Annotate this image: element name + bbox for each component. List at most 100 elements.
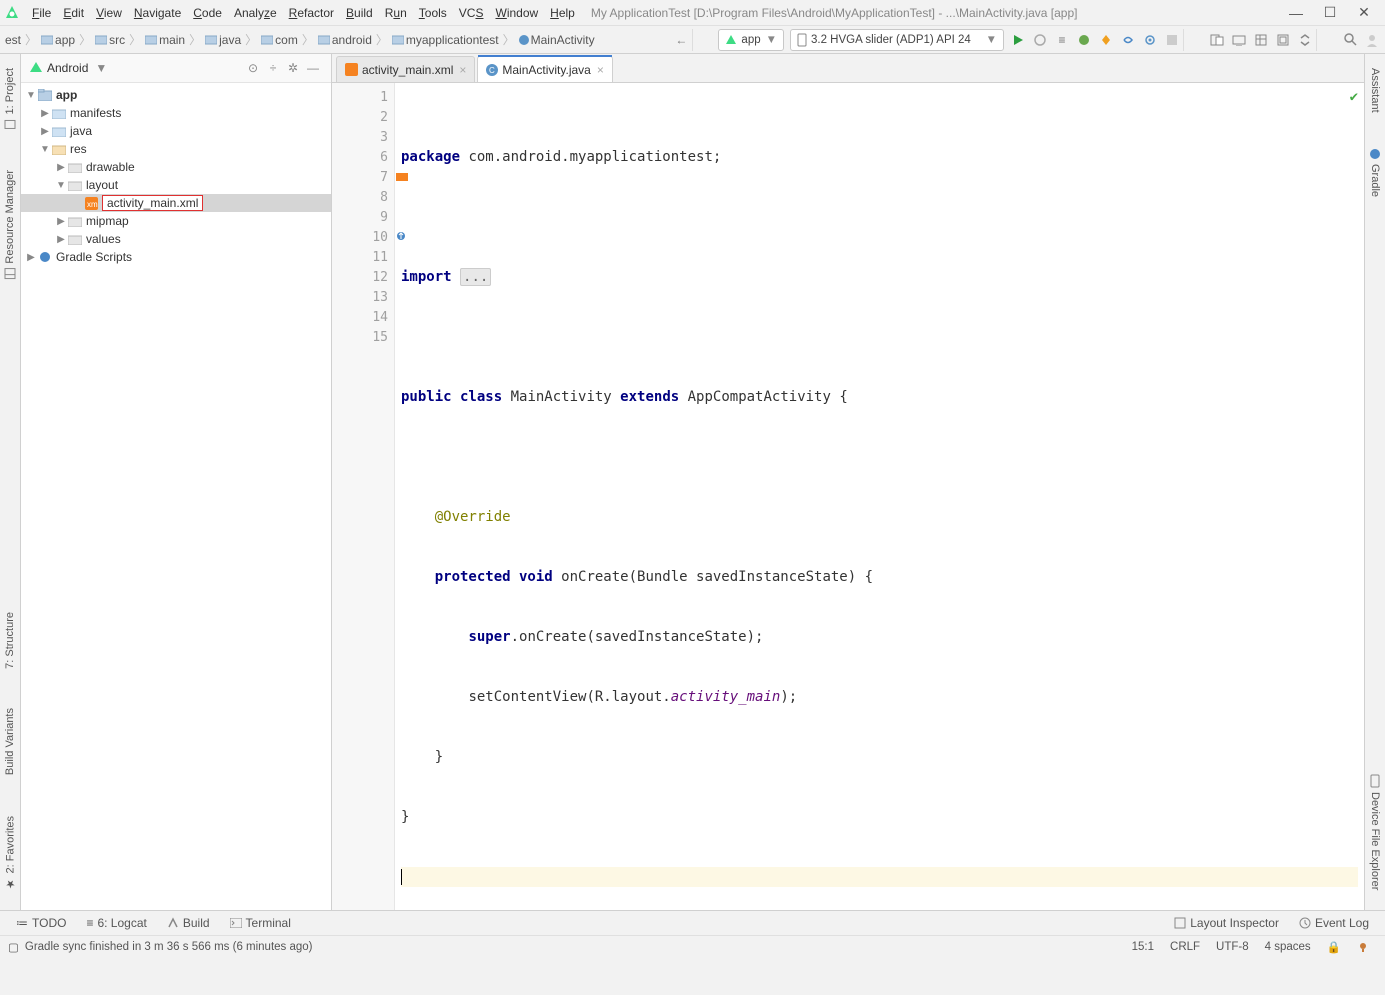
layout-inspector-icon[interactable]	[1272, 29, 1294, 51]
sidebar-tab-structure[interactable]: 7: Structure	[2, 602, 18, 679]
bottom-tab-terminal[interactable]: Terminal	[220, 916, 301, 930]
hide-pane-icon[interactable]: —	[303, 61, 323, 75]
bottom-tab-logcat[interactable]: ≡ 6: Logcat	[76, 916, 156, 930]
menu-file[interactable]: File	[26, 4, 57, 22]
svg-text:C: C	[489, 66, 495, 75]
user-icon[interactable]	[1361, 29, 1383, 51]
toolbar-separator	[692, 29, 715, 51]
menu-run[interactable]: Run	[379, 4, 413, 22]
sync-gradle-icon[interactable]	[1294, 29, 1316, 51]
coverage-button-icon[interactable]: ≡	[1051, 29, 1073, 51]
tree-node-layout[interactable]: layout	[21, 176, 331, 194]
attach-debugger-icon[interactable]	[1139, 29, 1161, 51]
status-indent[interactable]: 4 spaces	[1257, 941, 1319, 953]
crumb-class[interactable]: MainActivity	[516, 33, 598, 47]
resource-manager-icon[interactable]	[1250, 29, 1272, 51]
crumb-src[interactable]: src	[92, 33, 128, 47]
run-button-icon[interactable]	[1007, 29, 1029, 51]
menu-code[interactable]: Code	[187, 4, 228, 22]
debug-button-icon[interactable]	[1029, 29, 1051, 51]
crumb-java[interactable]: java	[202, 33, 244, 47]
tree-node-activity-main-xml[interactable]: xmlactivity_main.xml	[21, 194, 331, 212]
sidebar-tab-resource-manager[interactable]: Resource Manager	[2, 160, 18, 290]
status-message: Gradle sync finished in 3 m 36 s 566 ms …	[25, 941, 313, 953]
menu-refactor[interactable]: Refactor	[283, 4, 340, 22]
sdk-manager-icon[interactable]	[1228, 29, 1250, 51]
close-tab-icon[interactable]: ×	[459, 63, 466, 77]
inspection-ok-icon[interactable]: ✔	[1350, 87, 1358, 107]
menu-view[interactable]: View	[90, 4, 128, 22]
tab-main-activity-java[interactable]: CMainActivity.java×	[477, 56, 613, 82]
sidebar-tab-assistant[interactable]: Assistant	[1367, 58, 1383, 123]
menu-help[interactable]: Help	[544, 4, 581, 22]
editor-body[interactable]: 1 2 3 6 7 8 9 10 11 12 13 14 15 ✔ packag…	[332, 83, 1364, 910]
svg-text:xml: xml	[87, 200, 98, 209]
minimize-button[interactable]: —	[1279, 5, 1313, 21]
menu-build[interactable]: Build	[340, 4, 379, 22]
tree-node-app[interactable]: app	[21, 86, 331, 104]
bottom-tab-layout-inspector[interactable]: Layout Inspector	[1164, 916, 1289, 930]
gutter-line: 11	[332, 247, 394, 267]
nav-back-icon[interactable]: ←	[670, 29, 692, 51]
settings-gear-icon[interactable]: ✲	[283, 61, 303, 75]
tree-node-drawable[interactable]: drawable	[21, 158, 331, 176]
tree-node-manifests[interactable]: manifests	[21, 104, 331, 122]
menu-navigate[interactable]: Navigate	[128, 4, 187, 22]
status-inspection-icon[interactable]	[1349, 941, 1377, 953]
gutter-line: 2	[332, 107, 394, 127]
crumb-app[interactable]: app	[38, 33, 78, 47]
menu-tools[interactable]: Tools	[413, 4, 453, 22]
crumb-root[interactable]: est	[2, 33, 24, 47]
scroll-from-source-icon[interactable]: ⊙	[243, 61, 263, 75]
menu-window[interactable]: Window	[489, 4, 544, 22]
device-selector[interactable]: 3.2 HVGA slider (ADP1) API 24▼	[790, 29, 1004, 51]
gutter-line: 6	[332, 147, 394, 167]
run-config-selector[interactable]: app▼	[718, 29, 784, 51]
status-readonly-lock-icon[interactable]: 🔒	[1319, 940, 1349, 954]
bottom-tab-todo[interactable]: ≔ TODO	[6, 916, 76, 930]
sidebar-tab-build-variants[interactable]: Build Variants	[2, 698, 18, 785]
status-caret-position[interactable]: 15:1	[1124, 941, 1162, 953]
gutter-line: 14	[332, 307, 394, 327]
tree-node-java[interactable]: java	[21, 122, 331, 140]
sidebar-tab-gradle[interactable]: Gradle	[1367, 138, 1383, 207]
crumb-package[interactable]: myapplicationtest	[389, 33, 502, 47]
bottom-tab-build[interactable]: Build	[157, 916, 220, 930]
status-toggle-icon[interactable]: ▢	[8, 940, 19, 954]
menu-edit[interactable]: Edit	[57, 4, 90, 22]
status-line-separator[interactable]: CRLF	[1162, 941, 1208, 953]
code-area[interactable]: ✔ package com.android.myapplicationtest;…	[395, 83, 1364, 910]
gutter[interactable]: 1 2 3 6 7 8 9 10 11 12 13 14 15	[332, 83, 395, 910]
profiler-button-icon[interactable]	[1073, 29, 1095, 51]
menu-vcs[interactable]: VCS	[453, 4, 490, 22]
project-view-selector[interactable]: Android▼	[29, 61, 107, 75]
crumb-main[interactable]: main	[142, 33, 188, 47]
maximize-button[interactable]: ☐	[1313, 4, 1347, 21]
close-tab-icon[interactable]: ×	[597, 63, 604, 77]
apply-changes-icon[interactable]	[1095, 29, 1117, 51]
tree-node-gradle-scripts[interactable]: Gradle Scripts	[21, 248, 331, 266]
right-sidebar: Assistant Gradle Device File Explorer	[1364, 54, 1385, 910]
project-tree[interactable]: app manifests java res drawable layout x…	[21, 83, 331, 910]
bottom-tab-event-log[interactable]: Event Log	[1289, 916, 1379, 930]
search-everywhere-icon[interactable]	[1339, 29, 1361, 51]
window-title: My ApplicationTest [D:\Program Files\And…	[591, 6, 1279, 20]
gutter-line: 3	[332, 127, 394, 147]
tree-node-res[interactable]: res	[21, 140, 331, 158]
sidebar-tab-device-file-explorer[interactable]: Device File Explorer	[1367, 764, 1383, 900]
sidebar-tab-project[interactable]: 1: Project	[2, 58, 18, 140]
avd-manager-icon[interactable]	[1206, 29, 1228, 51]
crumb-android[interactable]: android	[315, 33, 375, 47]
sidebar-tab-favorites[interactable]: ★2: Favorites	[2, 806, 19, 900]
collapse-all-icon[interactable]: ÷	[263, 61, 283, 75]
tree-node-mipmap[interactable]: mipmap	[21, 212, 331, 230]
crumb-com[interactable]: com	[258, 33, 301, 47]
apply-code-changes-icon[interactable]	[1117, 29, 1139, 51]
close-button[interactable]: ✕	[1347, 4, 1381, 21]
tree-node-values[interactable]: values	[21, 230, 331, 248]
status-encoding[interactable]: UTF-8	[1208, 941, 1257, 953]
toolbar-separator-2	[1183, 29, 1206, 51]
stop-button-icon[interactable]	[1161, 29, 1183, 51]
menu-analyze[interactable]: Analyze	[228, 4, 283, 22]
tab-activity-main-xml[interactable]: activity_main.xml×	[336, 56, 475, 82]
